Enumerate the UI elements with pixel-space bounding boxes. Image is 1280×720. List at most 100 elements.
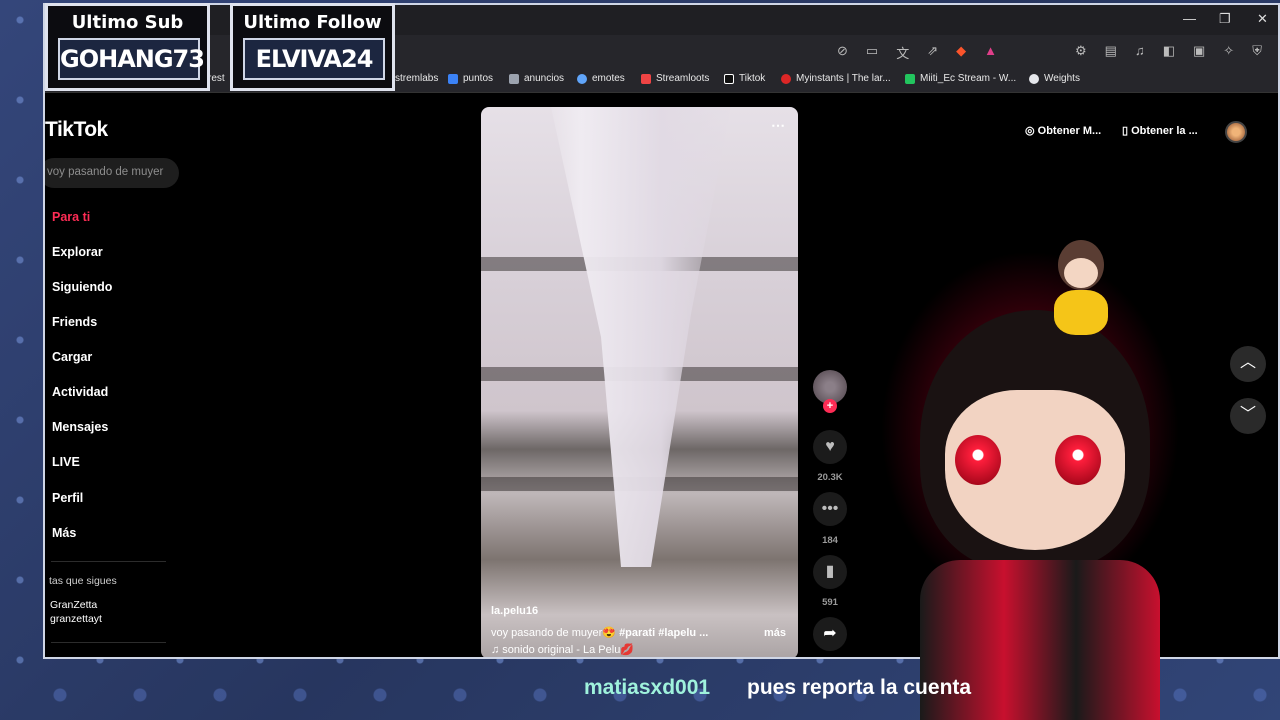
last-follow-title: Ultimo Follow xyxy=(243,12,382,33)
nav-mas[interactable]: Más xyxy=(52,526,76,540)
save-button[interactable]: ▮ xyxy=(813,555,847,589)
bookmark-item[interactable]: Tiktok xyxy=(724,73,765,84)
ai-icon[interactable]: ✧ xyxy=(1223,43,1234,59)
nav-mensajes[interactable]: Mensajes xyxy=(52,420,108,434)
get-app-label: Obtener M... xyxy=(1037,125,1102,137)
nav-perfil[interactable]: Perfil xyxy=(52,491,83,505)
cast-icon[interactable]: ▭ xyxy=(866,43,878,62)
bookmark-label: stremlabs xyxy=(395,73,439,84)
bookmark-item[interactable]: Miiti_Ec Stream - W... xyxy=(905,73,1016,84)
extensions-icon[interactable]: ⚙ xyxy=(1075,43,1087,59)
chibi-body xyxy=(1054,290,1108,335)
get-app-button[interactable]: ◎ Obtener M... xyxy=(1025,124,1101,137)
hashtag[interactable]: #lapelu ... xyxy=(658,627,708,639)
following-user-handle[interactable]: granzettayt xyxy=(50,613,102,625)
phone-icon: ▯ xyxy=(1122,125,1132,137)
chat-message: pues reporta la cuenta xyxy=(747,676,972,699)
gear-icon xyxy=(509,73,519,84)
bookmark-label: Tiktok xyxy=(739,73,766,84)
bookmark-item[interactable]: Weights xyxy=(1029,73,1080,84)
coin-icon: ◎ xyxy=(1025,125,1038,137)
following-header: tas que sigues xyxy=(49,575,117,587)
nav-actividad[interactable]: Actividad xyxy=(52,385,108,399)
bookmark-label: puntos xyxy=(463,73,494,84)
nav-explorar[interactable]: Explorar xyxy=(52,245,103,259)
comment-count: 184 xyxy=(822,535,838,546)
get-mobile-button[interactable]: ▯ Obtener la ... xyxy=(1122,124,1198,137)
bookmark-label: Myinstants | The lar... xyxy=(796,73,891,84)
vtuber-avatar xyxy=(860,220,1200,720)
music-icon[interactable]: ♫ xyxy=(1135,43,1145,59)
weights-icon xyxy=(1029,73,1039,84)
tiktok-logo[interactable]: TikTok xyxy=(45,118,108,142)
privacy-icon[interactable]: ⊘ xyxy=(837,43,848,62)
vpn-icon[interactable]: ⛨ xyxy=(1252,43,1262,59)
share-arrow-icon: ➦ xyxy=(823,625,837,642)
bookmark-item[interactable]: Streamloots xyxy=(641,73,709,84)
save-count: 591 xyxy=(822,597,838,608)
bookmark-item[interactable]: Myinstants | The lar... xyxy=(781,73,891,84)
bookmark-label: Miiti_Ec Stream - W... xyxy=(920,73,1017,84)
video-player[interactable]: ⋯ la.pelu16 voy pasando de muyer😍 #parat… xyxy=(481,107,798,657)
bookmark-label: anuncios xyxy=(524,73,565,84)
video-description: voy pasando de muyer😍 #parati #lapelu ..… xyxy=(491,626,708,639)
chibi-figure xyxy=(1050,240,1110,350)
extension-icons: ⚙ ▤ ♫ ◧ ▣ ✧ ⛨ ☰ xyxy=(1075,43,1278,59)
follow-plus-icon[interactable]: + xyxy=(823,399,837,413)
last-sub-name: GOHANG73 xyxy=(58,38,205,80)
video-username[interactable]: la.pelu16 xyxy=(491,605,538,617)
translate-icon[interactable]: 文 xyxy=(896,43,909,62)
comment-button[interactable]: ••• xyxy=(813,492,847,526)
chevron-up-icon: ︿ xyxy=(1239,354,1256,371)
more-options-icon[interactable]: ⋯ xyxy=(771,117,786,134)
bookmark-item[interactable]: anuncios xyxy=(509,73,564,84)
hashtag[interactable]: #parati xyxy=(619,627,655,639)
next-video-button[interactable]: ﹀ xyxy=(1230,398,1266,434)
last-sub-title: Ultimo Sub xyxy=(71,12,184,33)
close-button[interactable]: ✕ xyxy=(1257,11,1268,27)
comment-icon: ••• xyxy=(821,500,839,517)
brave-shield-icon[interactable]: ◆ xyxy=(956,43,966,62)
nav-friends[interactable]: Friends xyxy=(52,315,97,329)
nav-para-ti[interactable]: Para ti xyxy=(52,210,90,224)
share-button[interactable]: ➦ xyxy=(813,617,847,651)
tiktok-icon xyxy=(724,73,734,84)
bookmark-item[interactable]: rest xyxy=(208,73,225,84)
sidebar-icon[interactable]: ▤ xyxy=(1105,43,1117,59)
profile-avatar[interactable] xyxy=(1225,121,1247,143)
share-icon[interactable]: ⇗ xyxy=(927,43,938,62)
drop-icon xyxy=(448,73,458,84)
streamloots-icon xyxy=(641,73,651,84)
search-input[interactable]: voy pasando de muyer xyxy=(45,158,179,188)
bookmark-label: Weights xyxy=(1044,73,1080,84)
nav-live[interactable]: LIVE xyxy=(52,455,80,469)
sidebar-divider xyxy=(51,642,166,643)
get-mobile-label: Obtener la ... xyxy=(1131,125,1198,137)
maximize-button[interactable]: ❐ xyxy=(1219,11,1231,27)
video-sound[interactable]: ♫ sonido original - La Pelu💋 xyxy=(491,643,634,656)
like-button[interactable]: ♥ xyxy=(813,430,847,464)
avatar-eye xyxy=(955,435,1001,485)
bookmark-label: Streamloots xyxy=(656,73,710,84)
last-follow-name: ELVIVA24 xyxy=(243,38,385,80)
kick-icon xyxy=(905,73,915,84)
previous-video-button[interactable]: ︿ xyxy=(1230,346,1266,382)
emote-icon xyxy=(577,73,587,84)
more-link[interactable]: más xyxy=(764,627,786,639)
bookmark-item[interactable]: stremlabs xyxy=(395,73,438,84)
bookmark-item[interactable]: puntos xyxy=(448,73,493,84)
chevron-down-icon: ﹀ xyxy=(1239,406,1256,423)
wallet-icon[interactable]: ▣ xyxy=(1193,43,1205,59)
minimize-button[interactable]: — xyxy=(1183,11,1196,26)
rewards-icon[interactable]: ▲ xyxy=(984,43,997,62)
nav-siguiendo[interactable]: Siguiendo xyxy=(52,280,112,294)
nav-cargar[interactable]: Cargar xyxy=(52,350,92,364)
bookmark-item[interactable]: emotes xyxy=(577,73,625,84)
chibi-face xyxy=(1064,258,1098,288)
avatar-eye xyxy=(1055,435,1101,485)
following-user-name[interactable]: GranZetta xyxy=(50,599,97,611)
chat-username: matiasxd001 xyxy=(584,676,711,699)
toolbar-icons: ⊘ ▭ 文 ⇗ ◆ ▲ xyxy=(837,43,997,62)
panel-icon[interactable]: ◧ xyxy=(1163,43,1175,59)
bookmark-icon: ▮ xyxy=(825,563,835,580)
